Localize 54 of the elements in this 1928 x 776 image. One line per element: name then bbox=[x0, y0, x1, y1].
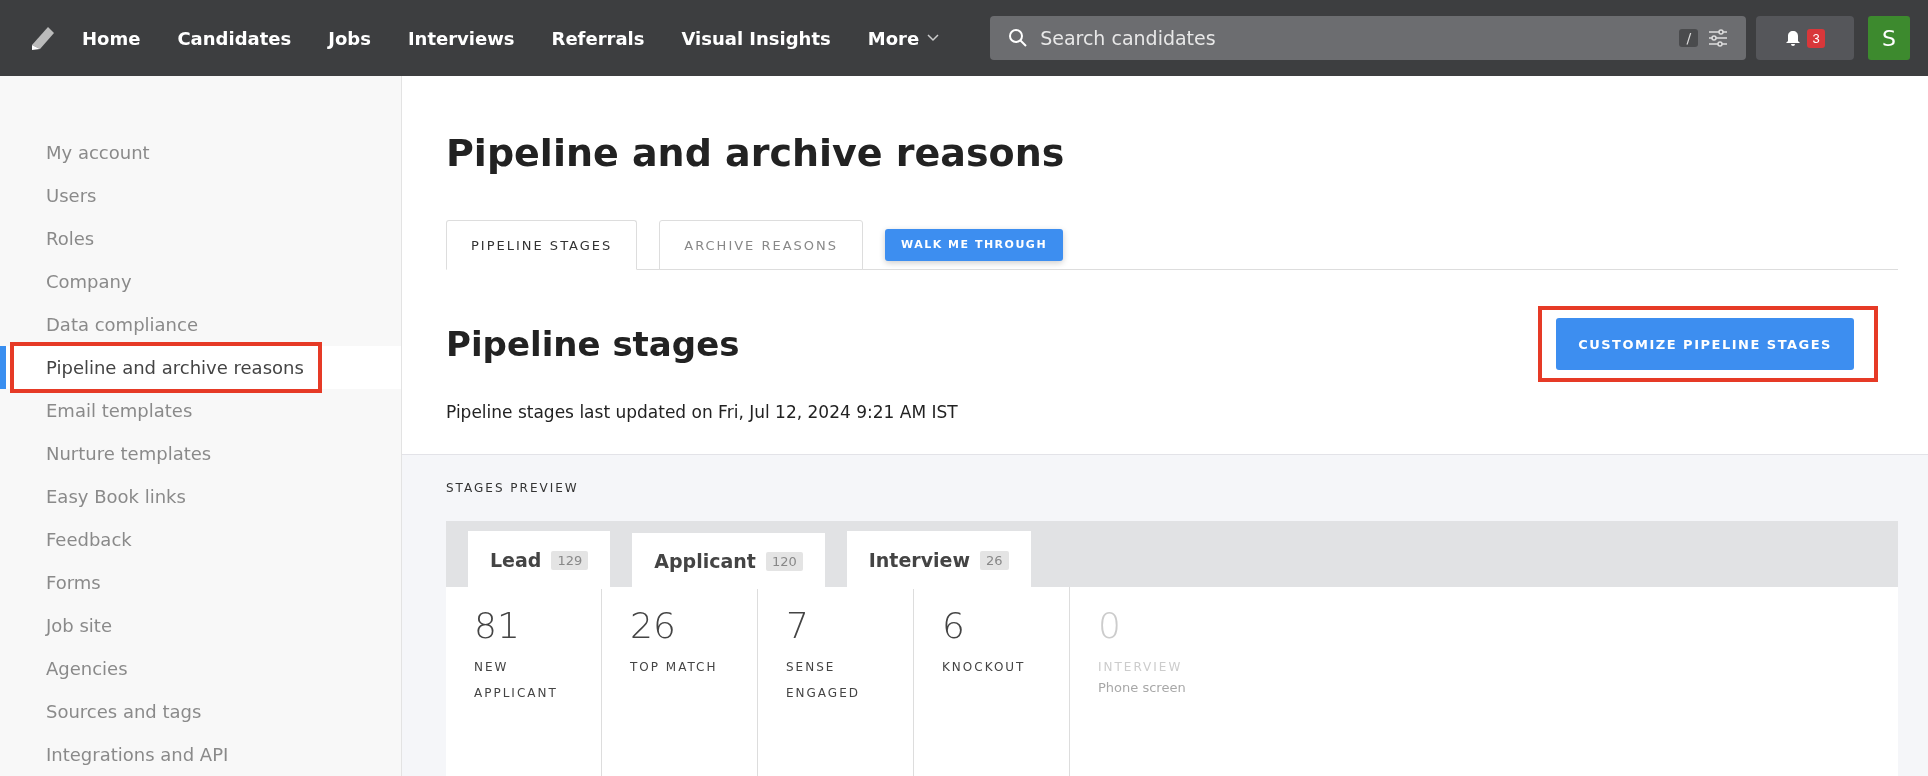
sidebar-item[interactable]: Integrations and API bbox=[0, 733, 401, 776]
nav-link[interactable]: Referrals bbox=[551, 27, 645, 49]
stage-subtitle: Phone screen bbox=[1098, 680, 1187, 695]
sidebar-item[interactable]: Email templates bbox=[0, 389, 401, 432]
sidebar-item[interactable]: Company bbox=[0, 260, 401, 303]
sidebar-item[interactable]: Nurture templates bbox=[0, 432, 401, 475]
sidebar-item[interactable]: Roles bbox=[0, 217, 401, 260]
sidebar-item[interactable]: Users bbox=[0, 174, 401, 217]
page-title: Pipeline and archive reasons bbox=[446, 131, 1066, 175]
notifications-button[interactable]: 3 bbox=[1756, 16, 1854, 60]
nav-link[interactable]: More bbox=[867, 27, 940, 49]
stage-name: TOP MATCH bbox=[630, 659, 719, 676]
search-field[interactable]: Search candidates / bbox=[990, 16, 1747, 60]
nav-link[interactable]: Home bbox=[82, 27, 141, 49]
stage-count: 7 bbox=[786, 605, 810, 646]
sidebar-item[interactable]: Agencies bbox=[0, 647, 401, 690]
nav-link[interactable]: Jobs bbox=[328, 27, 371, 49]
nav-link[interactable]: Interviews bbox=[407, 27, 515, 49]
stage-count-badge: 129 bbox=[551, 550, 589, 570]
stage-count: 6 bbox=[942, 605, 966, 646]
stage-count: 26 bbox=[630, 605, 677, 646]
tab[interactable]: PIPELINE STAGES bbox=[446, 220, 638, 270]
nav-link[interactable]: Candidates bbox=[177, 27, 292, 49]
sidebar-item[interactable]: Feedback bbox=[0, 518, 401, 561]
customize-button[interactable]: CUSTOMIZE PIPELINE STAGES bbox=[1556, 318, 1854, 370]
stage-count-badge: 120 bbox=[765, 551, 803, 571]
sidebar-item[interactable]: Forms bbox=[0, 561, 401, 604]
sidebar-item[interactable]: Job site bbox=[0, 604, 401, 647]
stage-tab[interactable]: Applicant 120 bbox=[632, 533, 825, 589]
user-avatar[interactable]: S bbox=[1868, 16, 1910, 60]
sidebar-item[interactable]: Data compliance bbox=[0, 303, 401, 346]
search-input[interactable]: Search candidates bbox=[1038, 26, 1670, 50]
sidebar-item[interactable]: Easy Book links bbox=[0, 475, 401, 518]
sidebar-item[interactable]: My account bbox=[0, 131, 401, 174]
stage-tab[interactable]: Lead 129 bbox=[468, 531, 611, 589]
filter-sliders-icon[interactable] bbox=[1708, 29, 1729, 47]
preview-label: STAGES PREVIEW bbox=[446, 481, 580, 495]
sidebar-item[interactable]: Sources and tags bbox=[0, 690, 401, 733]
search-icon bbox=[1008, 28, 1029, 48]
stage-count-badge: 26 bbox=[980, 550, 1009, 570]
stage-name: SENSE ENGAGED bbox=[786, 659, 861, 702]
walkthrough-button[interactable]: WALK ME THROUGH bbox=[885, 228, 1064, 261]
section-title: Pipeline stages bbox=[446, 324, 740, 364]
keyboard-shortcut: / bbox=[1679, 29, 1699, 47]
sidebar-item[interactable]: Pipeline and archive reasons bbox=[0, 346, 401, 389]
last-updated-text: Pipeline stages last updated on Fri, Jul 12, 2024 9:21 AM IST bbox=[446, 402, 959, 422]
stage-count: 81 bbox=[474, 605, 521, 646]
stage-name: KNOCKOUT bbox=[942, 659, 1027, 676]
stage-tab[interactable]: Interview 26 bbox=[846, 531, 1031, 589]
stage-name: NEW APPLICANT bbox=[474, 659, 559, 702]
bell-icon bbox=[1785, 29, 1802, 47]
notification-count: 3 bbox=[1807, 28, 1825, 48]
tab[interactable]: ARCHIVE REASONS bbox=[659, 220, 864, 270]
nav-link[interactable]: Visual Insights bbox=[681, 27, 831, 49]
